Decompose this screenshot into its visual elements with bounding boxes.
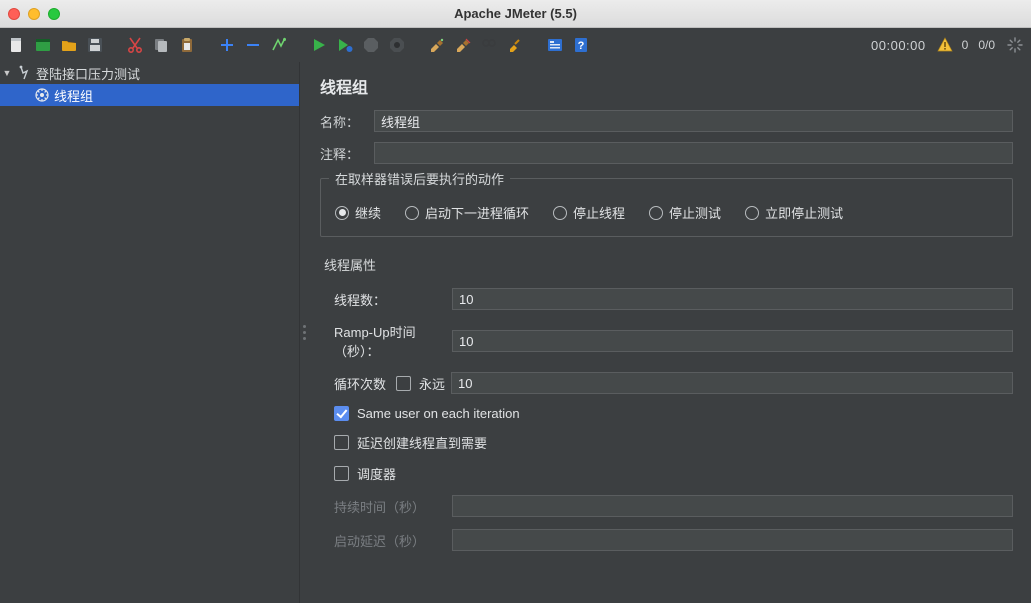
duration-label: 持续时间（秒） (320, 497, 452, 516)
shutdown-button[interactable] (386, 34, 408, 56)
loop-forever-label: 永远 (419, 374, 445, 393)
start-button[interactable] (308, 34, 330, 56)
scheduler-label: 调度器 (357, 464, 396, 483)
paste-button[interactable] (176, 34, 198, 56)
test-plan-tree[interactable]: ▼ 登陆接口压力测试 线程组 (0, 62, 300, 603)
collapse-button[interactable] (242, 34, 264, 56)
expand-button[interactable] (216, 34, 238, 56)
radio-icon (335, 206, 349, 220)
function-helper-button[interactable] (544, 34, 566, 56)
radio-stop-thread[interactable]: 停止线程 (553, 203, 625, 222)
thread-count: 0/0 (978, 38, 995, 52)
open-button[interactable] (58, 34, 80, 56)
close-window-button[interactable] (8, 8, 20, 20)
main-toolbar: ? 00:00:00 0 0/0 (0, 28, 1031, 62)
radio-start-next-loop[interactable]: 启动下一进程循环 (405, 203, 529, 222)
same-user-label: Same user on each iteration (357, 406, 520, 421)
comment-label: 注释： (320, 144, 366, 163)
on-sampler-error-legend: 在取样器错误后要执行的动作 (329, 169, 510, 188)
tree-item-test-plan[interactable]: ▼ 登陆接口压力测试 (0, 62, 299, 84)
same-user-checkbox[interactable]: Same user on each iteration (334, 406, 1013, 421)
radio-continue[interactable]: 继续 (335, 203, 381, 222)
editor-panel: 线程组 名称： 注释： 在取样器错误后要执行的动作 继续 启动下一进程循环 (308, 62, 1031, 603)
toggle-button[interactable] (268, 34, 290, 56)
loop-count-input[interactable] (451, 372, 1013, 394)
zoom-window-button[interactable] (48, 8, 60, 20)
duration-input (452, 495, 1013, 517)
reset-search-button[interactable] (504, 34, 526, 56)
tree-item-label: 登陆接口压力测试 (36, 64, 140, 83)
radio-icon (745, 206, 759, 220)
scheduler-checkbox[interactable]: 调度器 (334, 464, 1013, 483)
warning-icon[interactable] (936, 36, 954, 54)
stop-button[interactable] (360, 34, 382, 56)
checkbox-icon (396, 376, 411, 391)
copy-button[interactable] (150, 34, 172, 56)
delay-thread-creation-checkbox[interactable]: 延迟创建线程直到需要 (334, 433, 1013, 452)
radio-label: 停止线程 (573, 203, 625, 222)
radio-stop-test-now[interactable]: 立即停止测试 (745, 203, 843, 222)
main-area: ▼ 登陆接口压力测试 线程组 线程组 名称： 注释： 在取样器错误后要执行的动作 (0, 62, 1031, 603)
startup-delay-label: 启动延迟（秒） (320, 531, 452, 550)
threads-label: 线程数： (320, 290, 452, 309)
radio-icon (405, 206, 419, 220)
threads-input[interactable] (452, 288, 1013, 310)
ramp-up-label: Ramp-Up时间（秒）： (320, 322, 452, 360)
radio-stop-test[interactable]: 停止测试 (649, 203, 721, 222)
tree-item-thread-group[interactable]: 线程组 (0, 84, 299, 106)
splitter-handle[interactable] (300, 62, 308, 603)
checkbox-icon (334, 466, 349, 481)
thread-group-icon (34, 87, 50, 103)
radio-label: 继续 (355, 203, 381, 222)
save-button[interactable] (84, 34, 106, 56)
radio-label: 启动下一进程循环 (425, 203, 529, 222)
checkbox-icon (334, 406, 349, 421)
name-input[interactable] (374, 110, 1013, 132)
startup-delay-input (452, 529, 1013, 551)
checkbox-icon (334, 435, 349, 450)
comment-input[interactable] (374, 142, 1013, 164)
loop-count-label: 循环次数 (320, 374, 396, 393)
tree-item-label: 线程组 (54, 86, 93, 105)
start-no-pauses-button[interactable] (334, 34, 356, 56)
help-button[interactable]: ? (570, 34, 592, 56)
svg-text:?: ? (578, 40, 585, 52)
window-title: Apache JMeter (5.5) (0, 6, 1031, 21)
loop-forever-checkbox[interactable]: 永远 (396, 374, 445, 393)
on-sampler-error-group: 在取样器错误后要执行的动作 继续 启动下一进程循环 停止线程 停止测试 (320, 178, 1013, 237)
new-button[interactable] (6, 34, 28, 56)
panel-title: 线程组 (320, 74, 1013, 98)
radio-icon (553, 206, 567, 220)
delay-thread-creation-label: 延迟创建线程直到需要 (357, 433, 487, 452)
thread-properties-title: 线程属性 (324, 255, 1013, 274)
disclosure-triangle-icon[interactable]: ▼ (2, 68, 12, 78)
activity-indicator (1005, 35, 1025, 55)
name-label: 名称： (320, 112, 366, 131)
clear-all-button[interactable] (452, 34, 474, 56)
search-button[interactable] (478, 34, 500, 56)
clear-button[interactable] (426, 34, 448, 56)
traffic-lights (8, 8, 60, 20)
warning-count: 0 (962, 38, 969, 52)
radio-label: 停止测试 (669, 203, 721, 222)
cut-button[interactable] (124, 34, 146, 56)
thread-properties-group: 线程属性 线程数： Ramp-Up时间（秒）： 循环次数 永远 (320, 255, 1013, 551)
elapsed-timer: 00:00:00 (871, 38, 926, 53)
minimize-window-button[interactable] (28, 8, 40, 20)
window-titlebar: Apache JMeter (5.5) (0, 0, 1031, 28)
radio-label: 立即停止测试 (765, 203, 843, 222)
ramp-up-input[interactable] (452, 330, 1013, 352)
test-plan-icon (16, 65, 32, 81)
radio-icon (649, 206, 663, 220)
templates-button[interactable] (32, 34, 54, 56)
